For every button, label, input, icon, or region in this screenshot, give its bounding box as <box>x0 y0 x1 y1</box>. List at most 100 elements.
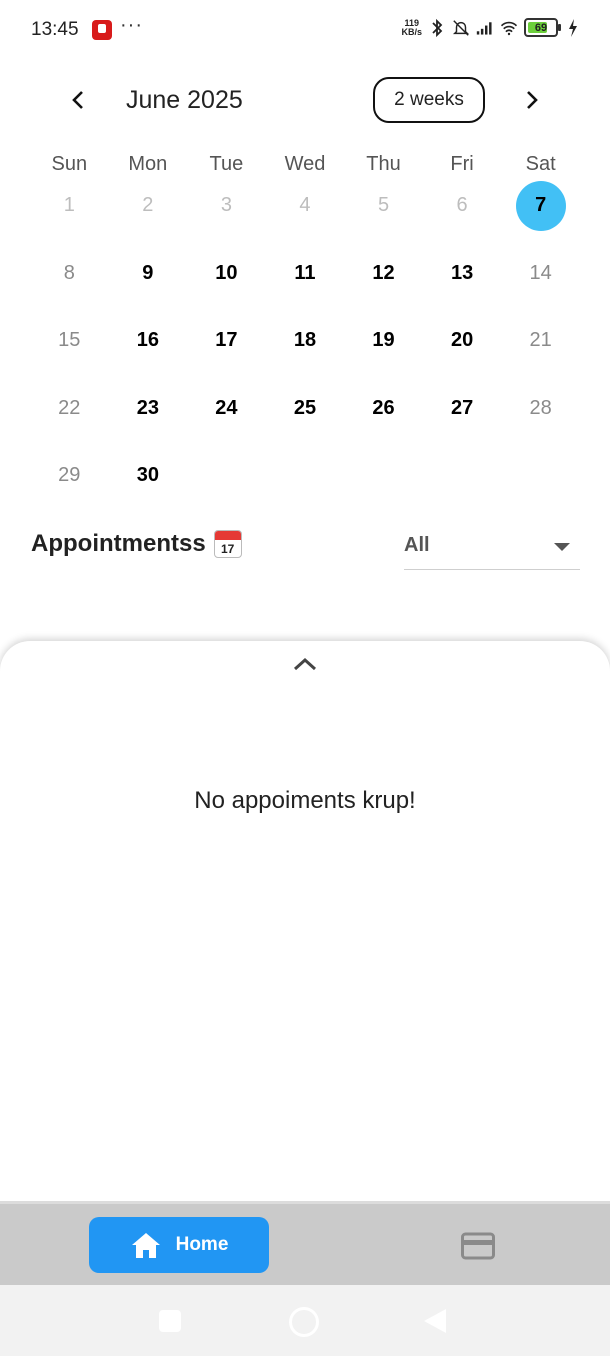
calendar-day-number: 21 <box>529 329 552 352</box>
empty-state-message: No appoiments krup! <box>194 787 416 814</box>
chevron-right-icon <box>527 91 538 109</box>
calendar-day-number: 28 <box>529 396 552 419</box>
calendar-day[interactable]: 22 <box>30 375 109 443</box>
wifi-icon <box>500 19 518 37</box>
calendar-day-number: 26 <box>372 396 395 419</box>
calendar-day-number: 13 <box>450 261 474 284</box>
calendar-day[interactable]: 13 <box>423 240 502 308</box>
system-navigation-bar <box>0 1285 610 1356</box>
calendar-day[interactable]: 24 <box>187 375 266 443</box>
battery-level: 69 <box>534 21 548 34</box>
status-icons: 119 KB/s 69 <box>401 18 582 37</box>
calendar-day-number: 30 <box>136 464 159 487</box>
calendar-day[interactable]: 1 <box>30 172 109 240</box>
calendar-day[interactable]: 28 <box>501 375 580 443</box>
calendar-day[interactable]: 29 <box>30 442 109 510</box>
calendar-day[interactable]: 2 <box>109 172 188 240</box>
calendar-day[interactable]: 21 <box>501 307 580 375</box>
calendar-day-number: 15 <box>58 329 81 352</box>
calendar-header: June 2025 2 weeks <box>0 76 610 124</box>
nav-home-label: Home <box>175 1234 229 1255</box>
system-home-button[interactable] <box>289 1307 319 1337</box>
filter-selected-value: All <box>404 534 430 556</box>
nav-payment-button[interactable] <box>450 1222 506 1270</box>
nav-home-button[interactable]: Home <box>89 1217 269 1273</box>
appointments-sheet: No appoiments krup! <box>0 641 610 1201</box>
calendar-day-number: 12 <box>372 261 395 284</box>
calendar-day-number: 4 <box>299 194 311 217</box>
chevron-up-icon <box>293 657 317 671</box>
appointments-filter-dropdown[interactable]: All <box>404 524 580 570</box>
system-back-button[interactable] <box>424 1309 446 1333</box>
calendar-day-number: 22 <box>58 396 81 419</box>
bell-muted-icon <box>452 19 470 37</box>
calendar-day-number: 5 <box>377 194 390 217</box>
calendar-day-number: 1 <box>63 194 75 217</box>
calendar-day-number: 29 <box>58 464 81 487</box>
calendar-day-number: 11 <box>294 261 316 284</box>
expand-sheet-button[interactable] <box>291 653 319 675</box>
network-speed-unit: KB/s <box>401 26 422 37</box>
calendar-day[interactable]: 26 <box>344 375 423 443</box>
calendar-day-number: 2 <box>142 194 154 217</box>
calendar-day[interactable]: 20 <box>423 307 502 375</box>
month-title: June 2025 <box>126 86 243 114</box>
calendar-day[interactable]: 9 <box>109 240 188 308</box>
bottom-navigation: Home <box>0 1201 610 1285</box>
chevron-left-icon <box>72 91 83 109</box>
status-bar: 13:45 ··· 119 KB/s 69 <box>0 0 610 60</box>
calendar-day[interactable]: 16 <box>109 307 188 375</box>
calendar-day[interactable]: 17 <box>187 307 266 375</box>
bluetooth-icon <box>428 18 446 37</box>
calendar-day-number: 7 <box>535 194 547 217</box>
calendar-emoji-icon: 17 <box>213 530 242 558</box>
calendar-day-number: 19 <box>372 329 395 352</box>
calendar-day-number: 24 <box>215 396 238 419</box>
calendar-day-number: 6 <box>456 194 468 217</box>
more-notifications-icon: ··· <box>120 14 143 36</box>
calendar-day[interactable]: 5 <box>344 172 423 240</box>
calendar-day[interactable]: 15 <box>30 307 109 375</box>
network-speed: 119 KB/s <box>401 18 422 37</box>
calendar-day[interactable]: 27 <box>423 375 502 443</box>
battery-icon: 69 <box>524 18 561 37</box>
previous-month-button[interactable] <box>64 86 92 114</box>
calendar-day-number: 14 <box>529 261 552 284</box>
signal-icon <box>476 19 494 37</box>
calendar-day[interactable]: 4 <box>266 172 345 240</box>
calendar-day[interactable]: 30 <box>109 442 188 510</box>
calendar-day[interactable]: 25 <box>266 375 345 443</box>
calendar-day-number: 8 <box>63 261 75 284</box>
calendar-format-button[interactable]: 2 weeks <box>373 77 485 123</box>
calendar-day-number: 3 <box>220 194 232 217</box>
next-month-button[interactable] <box>518 86 546 114</box>
calendar-day-number: 25 <box>293 396 317 419</box>
calendar-emoji-day: 17 <box>220 542 235 556</box>
calendar-day-number: 16 <box>136 329 159 352</box>
calendar-day[interactable]: 23 <box>109 375 188 443</box>
calendar-day-number: 10 <box>215 261 238 284</box>
dropdown-arrow-icon <box>554 543 570 551</box>
charging-icon <box>564 18 582 37</box>
calendar-day-number: 9 <box>142 261 154 284</box>
calendar-day-grid: 1 2 3 4 5 6 7 8 9 10 11 12 13 14 15 16 17 18 19 20 21 22 23 24 2… <box>30 172 580 510</box>
home-icon <box>131 1233 160 1258</box>
calendar-day[interactable]: 11 <box>266 240 345 308</box>
calendar-day-number: 17 <box>215 329 238 352</box>
calendar-day[interactable]: 12 <box>344 240 423 308</box>
calendar-day[interactable]: 6 <box>423 172 502 240</box>
calendar-day[interactable]: 8 <box>30 240 109 308</box>
appointments-title: Appointmentss <box>31 530 206 557</box>
calendar-day[interactable]: 10 <box>187 240 266 308</box>
calendar-day[interactable]: 18 <box>266 307 345 375</box>
credit-card-icon <box>461 1232 495 1260</box>
calendar-day[interactable]: 14 <box>501 240 580 308</box>
calendar-day[interactable]: 19 <box>344 307 423 375</box>
status-time: 13:45 <box>31 19 79 40</box>
calendar-day-number: 27 <box>450 396 474 419</box>
app-notification-icon <box>92 20 112 40</box>
calendar-day[interactable]: 3 <box>187 172 266 240</box>
calendar-day-selected[interactable]: 7 <box>501 172 580 240</box>
appointments-heading: Appointmentss 17 <box>31 530 242 558</box>
recent-apps-button[interactable] <box>159 1310 181 1332</box>
